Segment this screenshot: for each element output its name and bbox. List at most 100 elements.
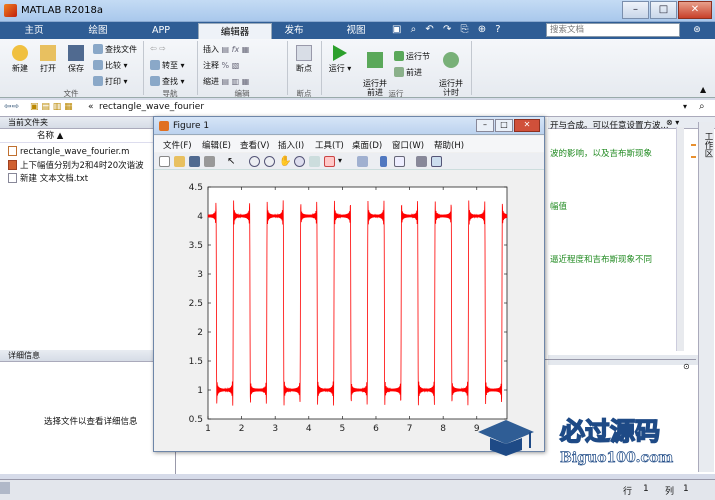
save-button[interactable]: 保存: [62, 45, 90, 74]
insert-icons: ▤ fx ▦: [221, 45, 250, 54]
open-button[interactable]: 打开: [34, 45, 62, 74]
code-line: 幅值: [550, 202, 568, 212]
status-bar: 行 1 列 1: [0, 479, 715, 500]
figure-title: Figure 1: [173, 121, 210, 131]
figure-title-bar[interactable]: Figure 1 – □ ✕: [154, 117, 544, 135]
new-button[interactable]: 新建: [6, 45, 34, 74]
y-tick-label: 0.5: [189, 415, 203, 425]
advance-button[interactable]: 前进: [394, 67, 422, 78]
edit-plot-icon[interactable]: ↖: [227, 156, 238, 167]
menu-tools[interactable]: 工具(T): [315, 139, 344, 151]
zoom-out-icon[interactable]: [264, 156, 275, 167]
maximize-button[interactable]: □: [650, 1, 677, 19]
menu-help[interactable]: 帮助(H): [434, 139, 464, 151]
menu-view[interactable]: 查看(V): [240, 139, 269, 151]
colorbar-icon[interactable]: [380, 156, 387, 167]
tab-publish[interactable]: 发布: [266, 22, 322, 39]
figure-toolbar: ↖ ✋ ▾: [154, 153, 544, 170]
x-tick-label: 5: [340, 424, 346, 434]
graduation-cap-icon: [478, 420, 534, 444]
find-files-button[interactable]: 查找文件: [93, 44, 137, 55]
save-figure-icon[interactable]: [189, 156, 200, 167]
folder-open-icon: [40, 45, 56, 61]
indent-button[interactable]: 缩进 ▤ ▥ ▦: [203, 76, 249, 87]
figure-maximize-button[interactable]: □: [495, 119, 513, 132]
window-title: MATLAB R2018a: [21, 5, 104, 16]
run-section-button[interactable]: 运行节: [394, 51, 430, 62]
plot-area[interactable]: 1 2 3 4 5 6 7 8 90.511.522.533.544.5: [154, 171, 544, 451]
comment-button[interactable]: 注释 % ▧: [203, 60, 239, 71]
nav-back-button[interactable]: ⇦ ⇨: [150, 44, 166, 53]
pan-icon[interactable]: ✋: [279, 156, 291, 167]
menu-desktop[interactable]: 桌面(D): [352, 139, 382, 151]
link-plot-icon[interactable]: [357, 156, 368, 167]
search-folder-icon[interactable]: ⌕: [699, 101, 705, 112]
y-tick-label: 4.5: [189, 183, 203, 193]
matlab-logo-icon: [4, 4, 17, 17]
menu-window[interactable]: 窗口(W): [392, 139, 424, 151]
editor-scrollbar[interactable]: [676, 127, 684, 351]
current-folder-path[interactable]: rectangle_wave_fourier: [99, 102, 204, 112]
find-button[interactable]: 查找 ▾: [150, 76, 185, 87]
find-icon: [150, 76, 160, 86]
breakpoints-button[interactable]: 断点: [290, 45, 318, 74]
hide-tools-icon[interactable]: [416, 156, 427, 167]
show-tools-icon[interactable]: [431, 156, 442, 167]
run-advance-icon: [367, 52, 383, 68]
new-figure-icon[interactable]: [159, 156, 170, 167]
command-window-dropdown-icon[interactable]: ⊙: [683, 362, 690, 371]
figure-menu-bar: 文件(F) 编辑(E) 查看(V) 插入(I) 工具(T) 桌面(D) 窗口(W…: [154, 136, 544, 152]
help-icon[interactable]: ⊛: [684, 22, 710, 38]
tab-editor[interactable]: 编辑器: [198, 23, 272, 39]
figure-minimize-button[interactable]: –: [476, 119, 494, 132]
close-button[interactable]: ✕: [678, 1, 712, 19]
folder-nav-icons[interactable]: ▣ ▤ ▥ ▦: [30, 102, 73, 112]
current-folder-header: 当前文件夹: [0, 117, 176, 129]
back-forward-icon[interactable]: ⇦⇨: [4, 102, 19, 112]
y-tick-label: 3: [197, 270, 203, 280]
figure-close-button[interactable]: ✕: [514, 119, 540, 132]
new-file-icon: [12, 45, 28, 61]
list-item[interactable]: 上下幅值分别为2和4时20次谐波: [8, 159, 144, 171]
tab-plots[interactable]: 绘图: [70, 22, 126, 39]
menu-file[interactable]: 文件(F): [163, 139, 192, 151]
figure-window[interactable]: Figure 1 – □ ✕ 文件(F) 编辑(E) 查看(V) 插入(I) 工…: [153, 116, 545, 452]
list-item[interactable]: rectangle_wave_fourier.m: [8, 146, 129, 157]
editor-horizontal-scrollbar[interactable]: [548, 355, 698, 365]
y-tick-label: 2: [197, 328, 203, 338]
tab-home[interactable]: 主页: [6, 22, 62, 39]
minimize-button[interactable]: –: [622, 1, 649, 19]
quick-access-toolbar[interactable]: ▣ ⌕ ↶ ↷ ⎘ ⊕ ?: [392, 24, 504, 35]
watermark-logo: 必过源码 Biguo100.com: [478, 416, 674, 466]
x-tick-label: 2: [239, 424, 245, 434]
compare-button[interactable]: 比较 ▾: [93, 60, 128, 71]
legend-icon[interactable]: [394, 156, 405, 167]
zoom-in-icon[interactable]: [249, 156, 260, 167]
brush-icon[interactable]: [324, 156, 335, 167]
print-button[interactable]: 打印 ▾: [93, 76, 128, 87]
tab-view[interactable]: 视图: [328, 22, 384, 39]
print-figure-icon[interactable]: [204, 156, 215, 167]
search-documentation-input[interactable]: 搜索文档: [546, 23, 680, 37]
run-button[interactable]: 运行 ▾: [326, 45, 354, 74]
tab-apps[interactable]: APP: [133, 22, 189, 39]
address-dropdown-icon[interactable]: ▾: [683, 102, 687, 111]
goto-button[interactable]: 转至 ▾: [150, 60, 185, 71]
menu-edit[interactable]: 编辑(E): [202, 139, 231, 151]
list-item[interactable]: 新建 文本文档.txt: [8, 172, 88, 184]
print-icon: [93, 76, 103, 86]
run-icon: [333, 45, 347, 61]
details-empty-message: 选择文件以查看详细信息: [44, 417, 138, 427]
divider: [143, 41, 144, 95]
name-column-header[interactable]: 名称 ▲: [0, 130, 176, 143]
insert-button[interactable]: 插入 ▤ fx ▦: [203, 44, 249, 55]
rotate-icon[interactable]: [294, 156, 305, 167]
address-bar: ⇦⇨ ▣ ▤ ▥ ▦ « rectangle_wave_fourier ▾ ⌕: [0, 100, 715, 117]
open-file-icon[interactable]: [174, 156, 185, 167]
run-section-icon: [394, 51, 404, 61]
data-cursor-icon[interactable]: [309, 156, 320, 167]
title-bar: MATLAB R2018a – □ ✕: [0, 0, 715, 22]
menu-insert[interactable]: 插入(I): [278, 139, 304, 151]
brush-dropdown-icon[interactable]: ▾: [338, 156, 349, 167]
collapse-ribbon-icon[interactable]: ▲: [700, 85, 706, 94]
